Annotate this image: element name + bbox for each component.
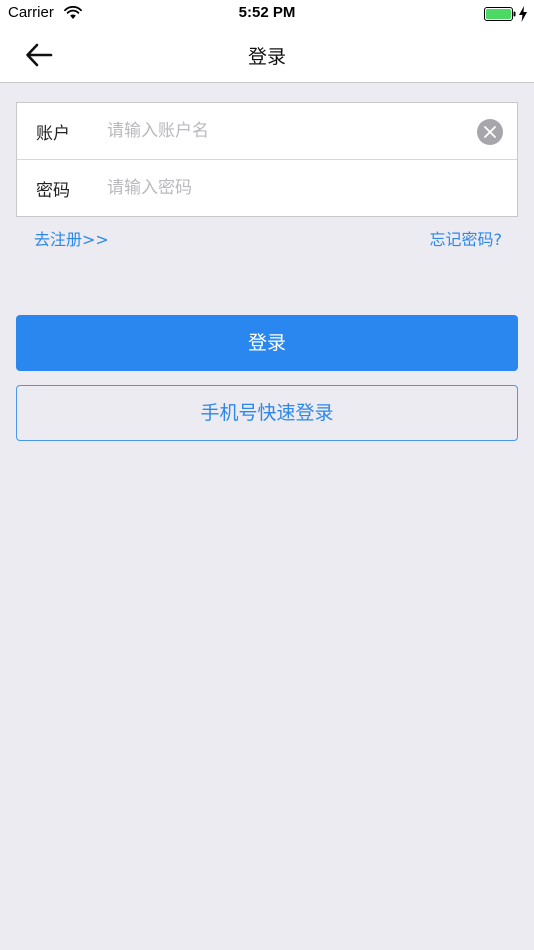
charging-bolt-icon: [519, 6, 527, 22]
battery-icon: [484, 7, 516, 21]
status-time: 5:52 PM: [238, 4, 296, 21]
status-bar: Carrier 5:52 PM: [0, 0, 534, 28]
password-row: 密码: [17, 160, 517, 216]
account-label: 账户: [36, 124, 70, 144]
navigation-bar: 登录: [0, 28, 534, 83]
login-button[interactable]: 登录: [16, 315, 518, 371]
password-label: 密码: [36, 181, 70, 201]
phone-login-button[interactable]: 手机号快速登录: [16, 385, 518, 441]
login-form: 账户 密码: [16, 102, 518, 217]
account-row: 账户: [17, 103, 517, 160]
page-title: 登录: [247, 46, 286, 68]
clear-icon[interactable]: [477, 119, 503, 145]
password-input[interactable]: [107, 172, 467, 204]
account-input[interactable]: [107, 115, 467, 147]
forgot-password-link[interactable]: 忘记密码?: [430, 226, 503, 250]
register-link[interactable]: 去注册>>: [34, 226, 109, 250]
